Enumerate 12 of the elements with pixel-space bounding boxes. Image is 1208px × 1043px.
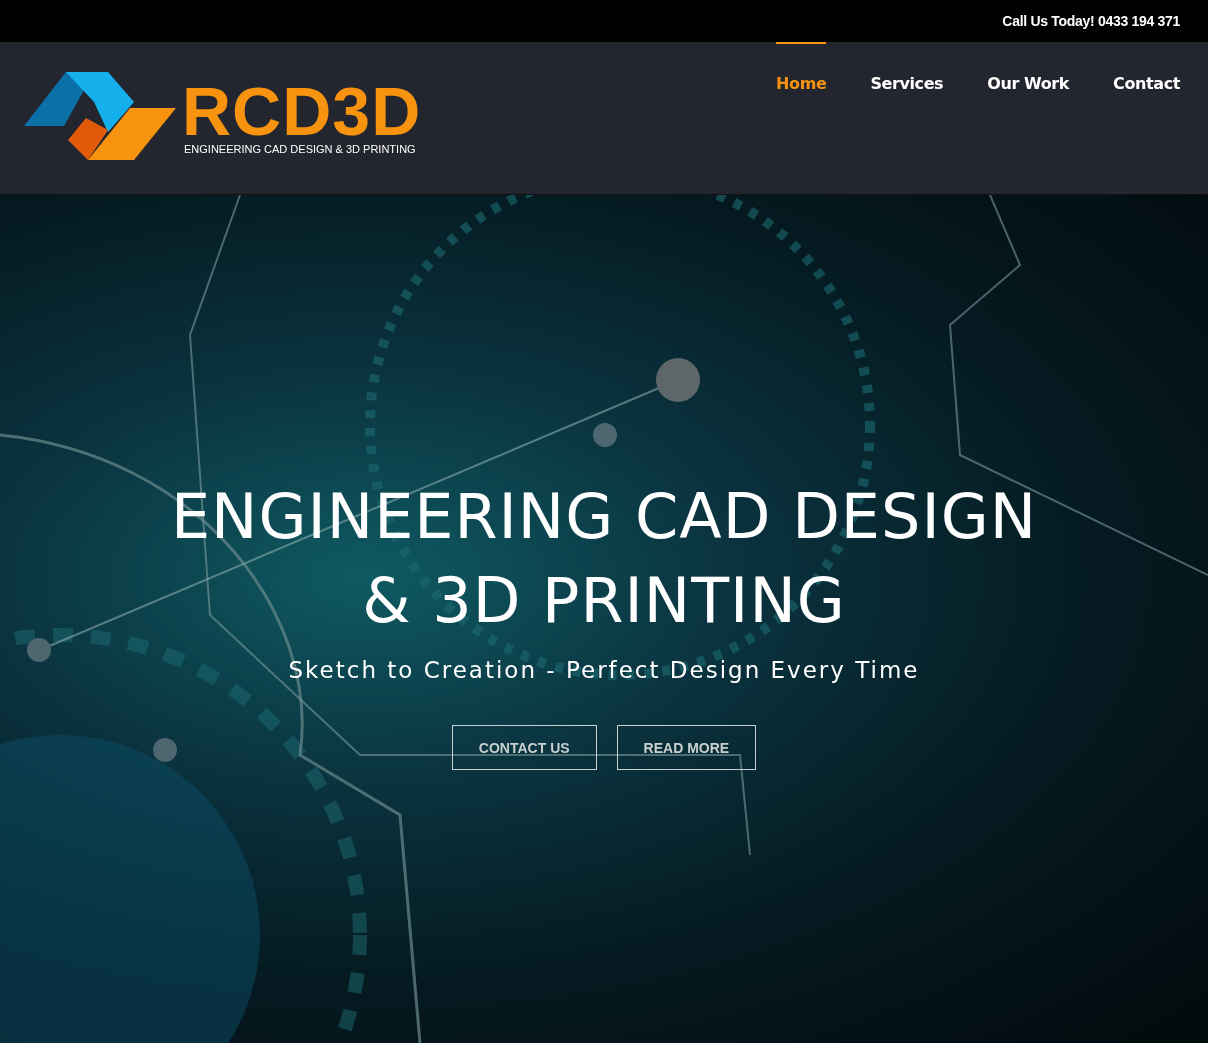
hero-subtitle: Sketch to Creation - Perfect Design Every Time <box>288 657 920 683</box>
nav-link[interactable]: Contact <box>1113 42 1180 102</box>
logo-wordmark: RCD3D <box>182 79 422 143</box>
nav-link[interactable]: Services <box>870 42 944 102</box>
nav-link[interactable]: Home <box>776 42 827 102</box>
hero-button[interactable]: READ MORE <box>616 725 757 770</box>
nav-link[interactable]: Our Work <box>987 42 1070 102</box>
hero-button[interactable]: CONTACT US <box>451 725 597 770</box>
phone-text: Call Us Today! 0433 194 371 <box>1002 13 1180 29</box>
hero-title: ENGINEERING CAD DESIGN & 3D PRINTING <box>170 479 1038 639</box>
logo-tagline: ENGINEERING CAD DESIGN & 3D PRINTING <box>184 143 417 155</box>
logo-icon <box>24 72 176 162</box>
